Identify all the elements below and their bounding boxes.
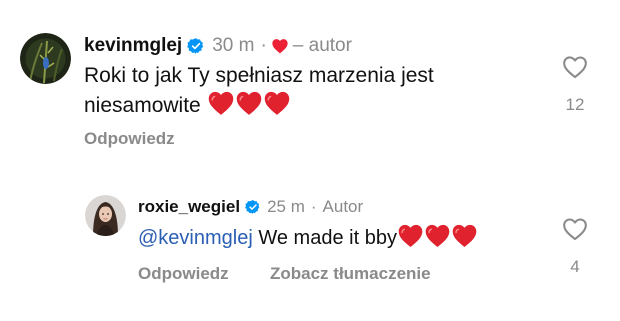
reply-button[interactable]: Odpowiedz [138,264,229,284]
verified-badge-icon [245,199,261,215]
comment-timestamp: 30 m [212,35,255,56]
red-heart-emoji-icon [451,223,478,248]
red-heart-icon [271,38,289,54]
comment-text-line: niesamowite [84,90,504,120]
author-label: Autor [322,197,364,216]
heart-outline-icon[interactable] [562,217,588,241]
comment-text-line: Roki to jak Ty spełniasz marzenia jest [84,64,434,87]
verified-badge-icon [187,37,205,55]
mention-link[interactable]: @kevinmglej [138,227,253,249]
heart-outline-icon[interactable] [562,55,588,79]
meta-separator: · [310,197,317,216]
meta-separator: · [260,35,267,56]
author-label: – autor [292,35,352,56]
red-heart-emoji-icon [424,223,451,248]
like-count: 12 [565,95,585,114]
comment-text-line-end: niesamowite [84,94,201,117]
avatar-kevinmglej[interactable] [20,33,71,84]
red-heart-emoji-icon [235,90,263,116]
comment-text: Roki to jak Ty spełniasz marzenia jest n… [84,62,504,120]
comment-text-body: We made it bby [258,227,397,249]
red-heart-emoji-icon [207,90,235,116]
red-heart-emoji-icon [397,223,424,248]
comment-timestamp: 25 m [267,197,305,216]
username[interactable]: roxie_wegiel [138,197,240,217]
avatar-roxie_wegiel[interactable] [85,195,126,236]
see-translation-button[interactable]: Zobacz tłumaczenie [270,264,431,284]
reply-button[interactable]: Odpowiedz [84,129,175,149]
comment-meta: kevinmglej 30 m · – autor [84,34,352,58]
comment-text: @kevinmglej We made it bby [138,223,558,252]
comment-meta: roxie_wegiel 25 m · Autor [138,196,363,218]
username[interactable]: kevinmglej [84,35,182,57]
red-heart-emoji-icon [263,90,291,116]
like-count: 4 [570,257,580,276]
